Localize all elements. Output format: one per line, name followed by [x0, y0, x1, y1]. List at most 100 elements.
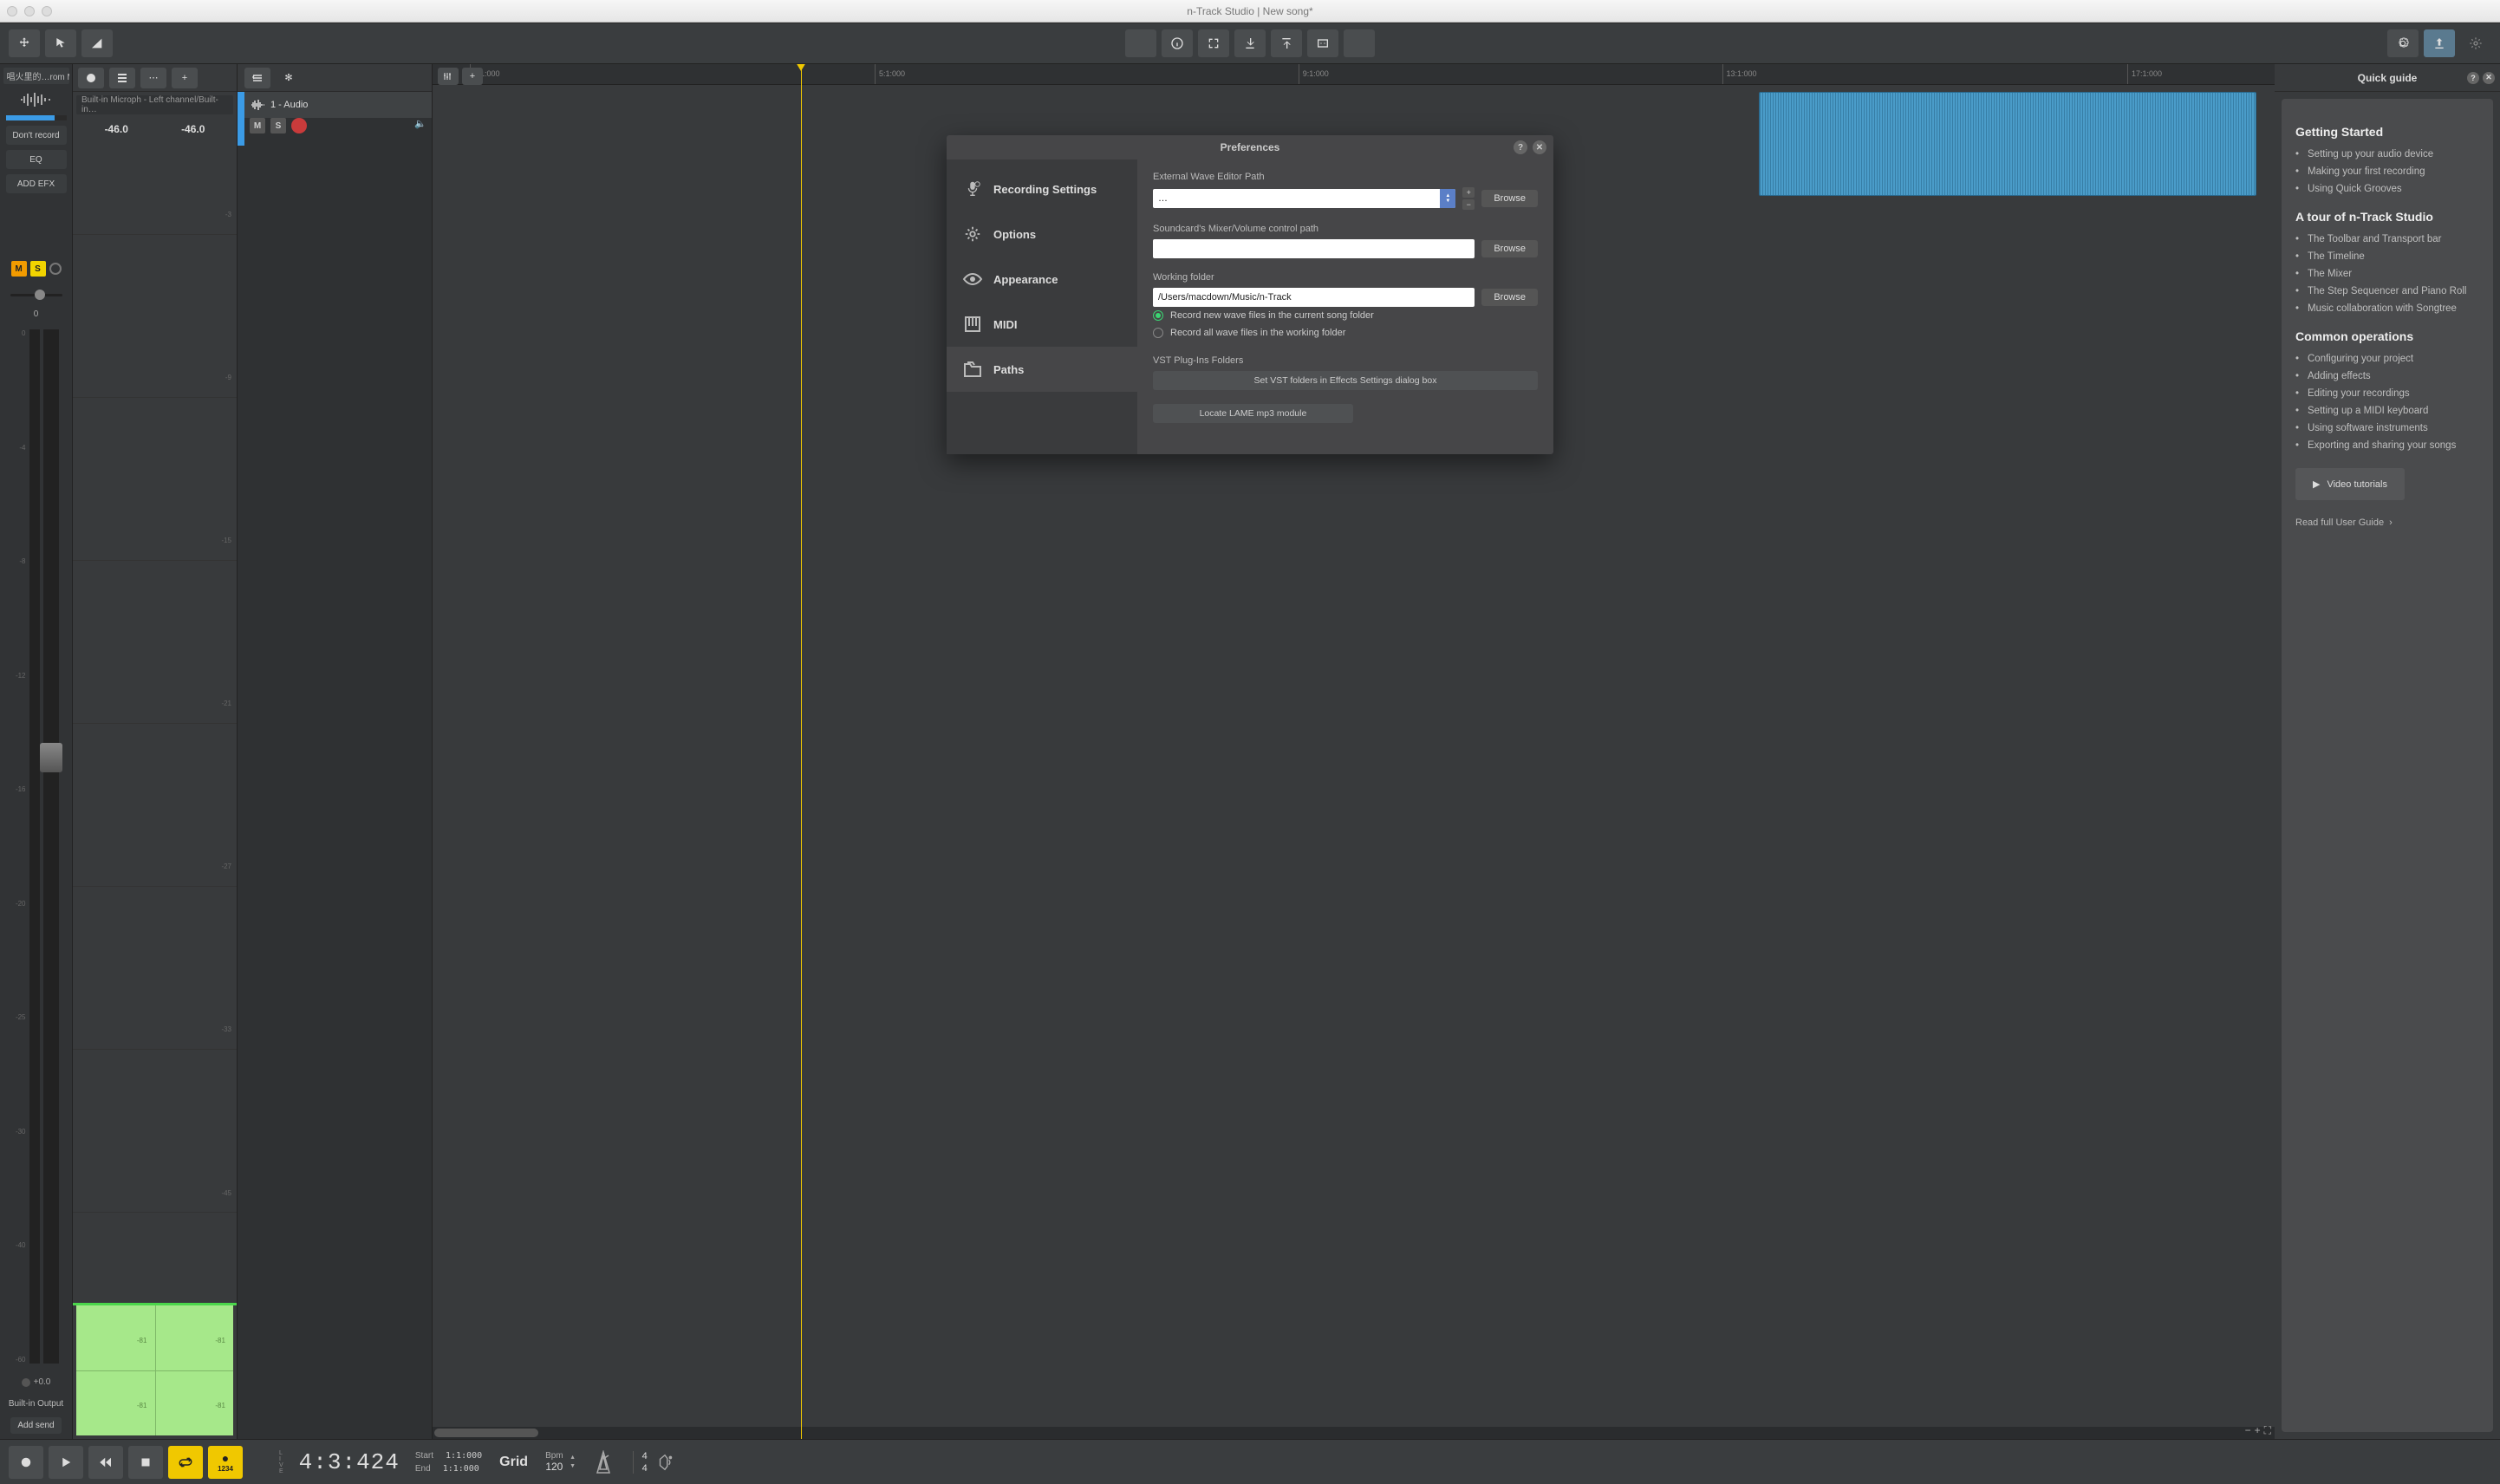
- bpm-value[interactable]: 120: [545, 1461, 563, 1473]
- eq-button[interactable]: EQ: [6, 150, 67, 169]
- info-button[interactable]: [1162, 29, 1193, 57]
- guide-link[interactable]: The Step Sequencer and Piano Roll: [2295, 283, 2479, 300]
- guide-help-icon[interactable]: ?: [2467, 72, 2479, 84]
- stop-button[interactable]: [128, 1446, 163, 1479]
- list-view-button[interactable]: [109, 68, 135, 88]
- guide-link[interactable]: Music collaboration with Songtree: [2295, 300, 2479, 317]
- fade-tool-button[interactable]: [81, 29, 113, 57]
- working-folder-input[interactable]: [1153, 288, 1475, 307]
- record-in-working-folder-radio[interactable]: Record all wave files in the working fol…: [1153, 324, 1538, 342]
- track-record-button[interactable]: [291, 118, 307, 133]
- zoom-window-icon[interactable]: [42, 6, 52, 16]
- more-button[interactable]: ⋯: [140, 68, 166, 88]
- add-send-button[interactable]: Add send: [10, 1417, 61, 1434]
- record-mode-button[interactable]: Don't record: [6, 126, 67, 145]
- mixer-button[interactable]: [1125, 29, 1156, 57]
- record-button[interactable]: [9, 1446, 43, 1479]
- track-settings-button[interactable]: ✻: [276, 68, 302, 88]
- counter-mode-button[interactable]: ● 1234: [208, 1446, 243, 1479]
- time-display[interactable]: 4:3:424: [299, 1449, 400, 1475]
- horizontal-scrollbar[interactable]: [433, 1427, 2275, 1439]
- track-menu-button[interactable]: [244, 68, 270, 88]
- bpm-down-button[interactable]: ▼: [567, 1462, 579, 1471]
- track-solo-button[interactable]: S: [270, 118, 286, 133]
- time-ruler[interactable]: 1:1:000 5:1:000 9:1:000 13:1:000 17:1:00…: [433, 64, 2275, 85]
- share-button[interactable]: [2424, 29, 2455, 57]
- video-tutorials-button[interactable]: ▶ Video tutorials: [2295, 468, 2405, 500]
- zoom-out-button[interactable]: −: [2245, 1424, 2251, 1437]
- input-source[interactable]: Built-in Microph - Left channel/Built-in…: [76, 95, 233, 114]
- close-window-icon[interactable]: [7, 6, 17, 16]
- timeline-settings-button[interactable]: [438, 68, 459, 85]
- zoom-fit-button[interactable]: ⛶: [2264, 1424, 2271, 1437]
- audio-clip[interactable]: [1759, 92, 2256, 196]
- rewind-button[interactable]: [88, 1446, 123, 1479]
- guide-link[interactable]: The Mixer: [2295, 265, 2479, 283]
- guide-link[interactable]: Making your first recording: [2295, 163, 2479, 180]
- output-route[interactable]: Built-in Output: [5, 1396, 67, 1412]
- ext-wave-remove-button[interactable]: −: [1462, 199, 1475, 210]
- soundcard-path-input[interactable]: [1153, 239, 1475, 258]
- move-tool-button[interactable]: [9, 29, 40, 57]
- guide-close-icon[interactable]: ✕: [2483, 72, 2495, 84]
- guide-link[interactable]: The Toolbar and Transport bar: [2295, 231, 2479, 248]
- prefs-tab-midi[interactable]: MIDI: [947, 302, 1137, 347]
- soundcard-browse-button[interactable]: Browse: [1481, 240, 1538, 257]
- tuning-button[interactable]: [1344, 29, 1375, 57]
- settings-button[interactable]: [2387, 29, 2419, 57]
- add-efx-button[interactable]: ADD EFX: [6, 174, 67, 193]
- track-name[interactable]: 1 - Audio: [270, 100, 308, 110]
- fullscreen-button[interactable]: [1198, 29, 1229, 57]
- track-speaker-icon[interactable]: 🔈: [414, 118, 426, 133]
- loop-button[interactable]: [168, 1446, 203, 1479]
- guide-link[interactable]: Editing your recordings: [2295, 385, 2479, 402]
- global-gear-button[interactable]: [2460, 29, 2491, 57]
- zoom-in-button[interactable]: +: [2255, 1424, 2261, 1437]
- playhead[interactable]: [801, 64, 802, 1439]
- master-volume-button[interactable]: [653, 1450, 677, 1474]
- fader-handle[interactable]: [40, 743, 62, 772]
- track-mute-button[interactable]: M: [250, 118, 265, 133]
- guide-link[interactable]: Exporting and sharing your songs: [2295, 437, 2479, 454]
- guide-link[interactable]: Using software instruments: [2295, 420, 2479, 437]
- prefs-tab-options[interactable]: Options: [947, 212, 1137, 257]
- solo-button[interactable]: S: [30, 261, 46, 277]
- cursor-tool-button[interactable]: [45, 29, 76, 57]
- download-button[interactable]: [1234, 29, 1266, 57]
- timeline-add-button[interactable]: +: [462, 68, 483, 85]
- add-track-button[interactable]: +: [172, 68, 198, 88]
- ext-wave-browse-button[interactable]: Browse: [1481, 190, 1538, 207]
- minimize-window-icon[interactable]: [24, 6, 35, 16]
- gain-link-icon[interactable]: [22, 1378, 30, 1387]
- guide-link[interactable]: Setting up your audio device: [2295, 146, 2479, 163]
- pan-slider[interactable]: [10, 287, 62, 304]
- record-in-song-folder-radio[interactable]: Record new wave files in the current son…: [1153, 307, 1538, 324]
- ext-wave-combo[interactable]: …▲▼: [1153, 189, 1455, 208]
- prefs-tab-paths[interactable]: Paths: [947, 347, 1137, 392]
- record-arm-button[interactable]: [49, 263, 62, 275]
- set-vst-folders-button[interactable]: Set VST folders in Effects Settings dial…: [1153, 371, 1538, 390]
- locate-lame-button[interactable]: Locate LAME mp3 module: [1153, 404, 1353, 423]
- timesig-numerator[interactable]: 4: [642, 1451, 648, 1461]
- guide-link[interactable]: Configuring your project: [2295, 350, 2479, 368]
- playhead-marker-icon[interactable]: [796, 64, 806, 71]
- prefs-tab-recording[interactable]: Recording Settings: [947, 166, 1137, 212]
- grid-mode-button[interactable]: Grid: [499, 1455, 528, 1470]
- mididev-button[interactable]: [1307, 29, 1338, 57]
- record-indicator-button[interactable]: [78, 68, 104, 88]
- end-value[interactable]: 1:1:000: [443, 1464, 479, 1474]
- dialog-close-icon[interactable]: ✕: [1533, 140, 1546, 154]
- ext-wave-add-button[interactable]: +: [1462, 187, 1475, 198]
- upload-button[interactable]: [1271, 29, 1302, 57]
- guide-link[interactable]: Setting up a MIDI keyboard: [2295, 402, 2479, 420]
- bpm-up-button[interactable]: ▲: [567, 1454, 579, 1462]
- traffic-lights[interactable]: [7, 6, 52, 16]
- timesig-denominator[interactable]: 4: [642, 1463, 648, 1474]
- start-value[interactable]: 1:1:000: [446, 1451, 482, 1461]
- prefs-tab-appearance[interactable]: Appearance: [947, 257, 1137, 302]
- mute-button[interactable]: M: [11, 261, 27, 277]
- metronome-button[interactable]: [591, 1447, 615, 1478]
- channel-fader[interactable]: 0-4-8-12-16-20-25-30-40-60: [10, 324, 62, 1369]
- guide-link[interactable]: The Timeline: [2295, 248, 2479, 265]
- dialog-help-icon[interactable]: ?: [1514, 140, 1527, 154]
